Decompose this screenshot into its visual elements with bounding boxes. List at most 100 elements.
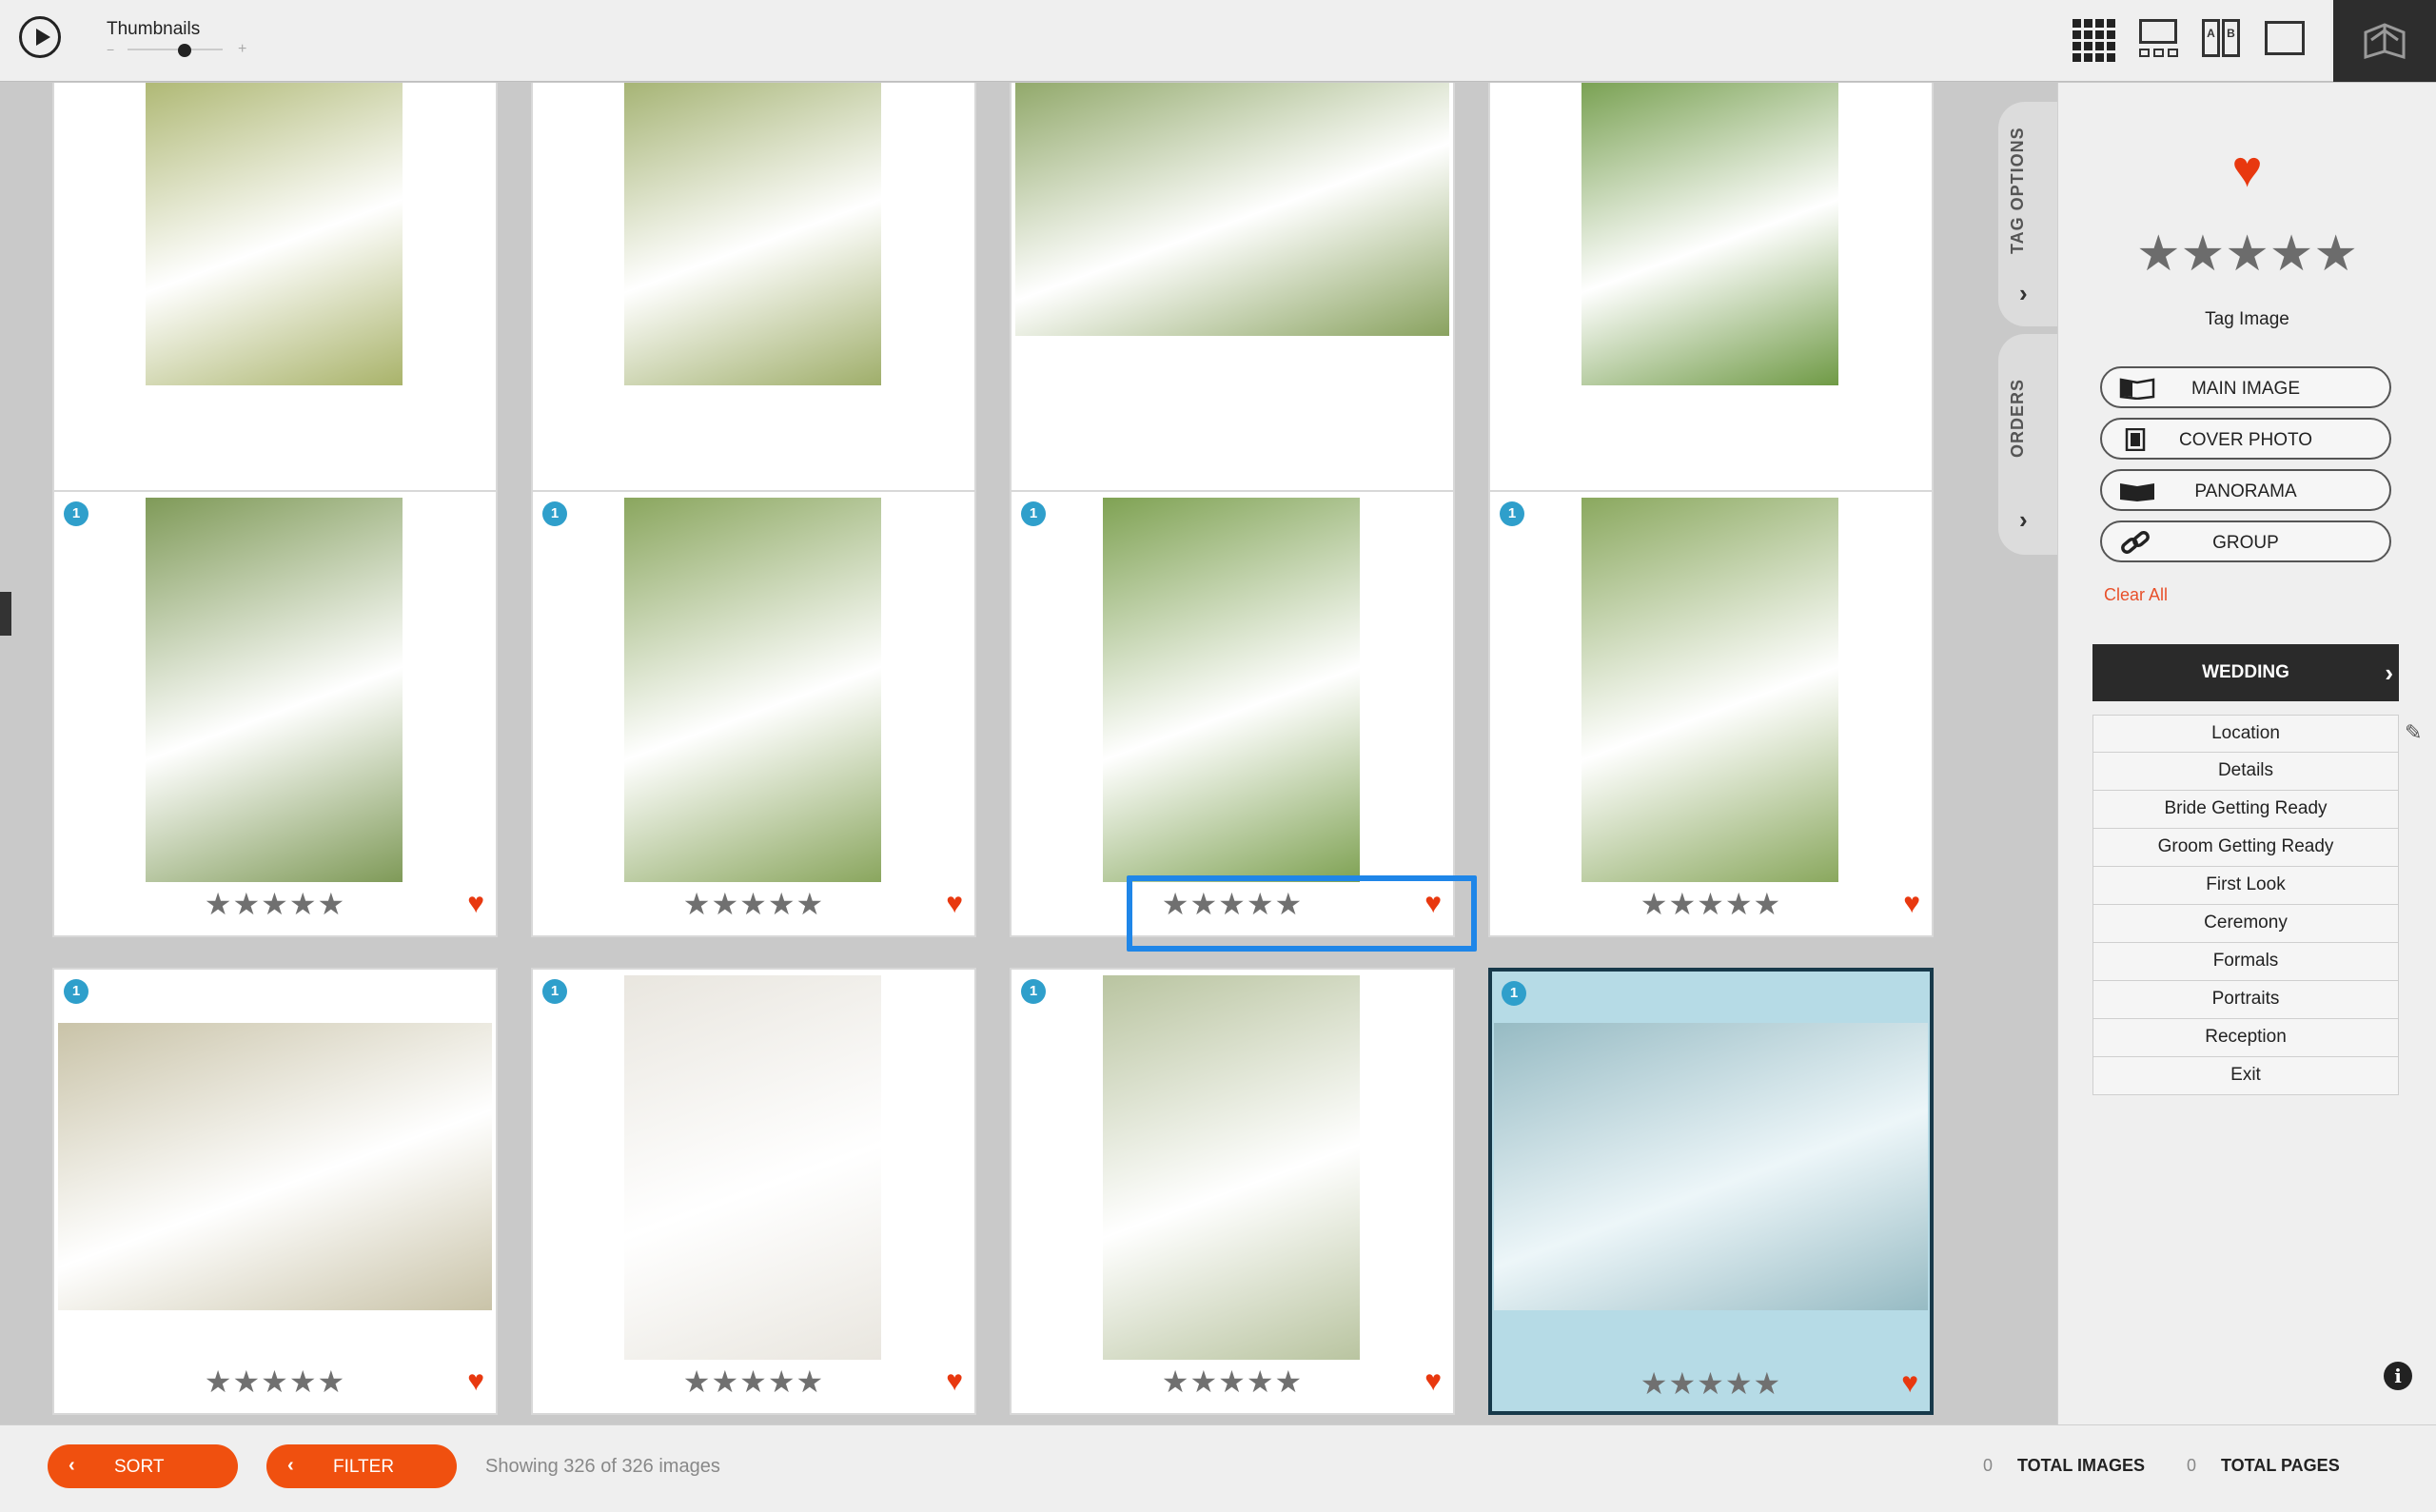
favorite-heart-icon[interactable]: ♥	[467, 888, 484, 920]
main-image-button[interactable]: MAIN IMAGE	[2100, 366, 2391, 408]
clear-all-link[interactable]: Clear All	[2104, 585, 2168, 605]
section-item[interactable]: First Look	[2092, 867, 2399, 905]
section-item[interactable]: Groom Getting Ready	[2092, 829, 2399, 867]
panorama-button[interactable]: PANORAMA	[2100, 469, 2391, 511]
photo-image[interactable]	[624, 498, 881, 882]
rating-stars[interactable]: ★★★★★	[533, 886, 974, 922]
usage-count-badge: 1	[1021, 979, 1046, 1004]
photo-image[interactable]	[1581, 498, 1838, 882]
photo-image[interactable]	[146, 83, 403, 385]
usage-count-badge: 1	[64, 501, 88, 526]
chevron-right-icon[interactable]: ›	[2019, 505, 2028, 535]
image-thumbnail-card[interactable]: 1 ★★★★★ ♥	[1010, 490, 1455, 937]
photo-image[interactable]	[1015, 83, 1449, 336]
grid-view-icon[interactable]	[2071, 17, 2115, 62]
filter-button[interactable]: ‹ FILTER	[266, 1444, 457, 1488]
favorite-heart-icon[interactable]: ♥	[1901, 1367, 1918, 1400]
usage-count-badge: 1	[64, 979, 88, 1004]
slider-knob[interactable]	[178, 44, 191, 57]
favorite-heart-icon[interactable]: ♥	[1424, 1365, 1442, 1398]
thumbnail-size-slider[interactable]: − +	[107, 42, 249, 57]
image-thumbnail-card[interactable]: 1 ★★★★★ ♥	[52, 490, 498, 937]
image-thumbnail-card[interactable]: 1 ★★★★★ ♥	[1488, 968, 1934, 1415]
usage-count-badge: 1	[1502, 981, 1526, 1006]
image-thumbnail-card[interactable]: 1 ★★★★★ ♥	[531, 490, 976, 937]
tab-orders-label: ORDERS	[2008, 378, 2027, 458]
tab-tag-options[interactable]: TAG OPTIONS ›	[1998, 102, 2057, 326]
image-grid: ★★★★★♥★★★★★♥★★★★★♥★★★★★♥1★★★★★♥1★★★★★♥1★…	[0, 83, 1941, 1424]
info-icon[interactable]: i	[2384, 1362, 2412, 1390]
usage-count-badge: 1	[542, 501, 567, 526]
left-panel-handle[interactable]	[0, 592, 11, 636]
photo-image[interactable]	[1103, 498, 1360, 882]
photo-image[interactable]	[146, 498, 403, 882]
image-thumbnail-card[interactable]: ★★★★★♥	[531, 83, 976, 541]
rating-stars[interactable]: ★★★★★	[54, 886, 496, 922]
section-item[interactable]: Formals	[2092, 943, 2399, 981]
image-thumbnail-card[interactable]: ★★★★★♥	[1010, 83, 1455, 541]
bottom-bar: ‹ SORT ‹ FILTER Showing 326 of 326 image…	[0, 1424, 2436, 1512]
section-item[interactable]: Bride Getting Ready	[2092, 791, 2399, 829]
image-thumbnail-card[interactable]: ★★★★★♥	[1488, 83, 1934, 541]
image-thumbnail-card[interactable]: ★★★★★♥	[52, 83, 498, 541]
chevron-right-icon[interactable]: ›	[2019, 279, 2028, 308]
section-item[interactable]: Ceremony	[2092, 905, 2399, 943]
slider-minus-icon[interactable]: −	[107, 42, 114, 57]
group-button[interactable]: GROUP	[2100, 520, 2391, 562]
total-pages-label: TOTAL PAGES	[2221, 1456, 2340, 1475]
usage-count-badge: 1	[542, 979, 567, 1004]
cover-photo-button[interactable]: COVER PHOTO	[2100, 418, 2391, 460]
slider-plus-icon[interactable]: +	[238, 42, 246, 57]
top-toolbar: Thumbnails − + A B	[0, 0, 2436, 82]
slideshow-play-button[interactable]	[19, 16, 61, 58]
image-thumbnail-card[interactable]: 1 ★★★★★ ♥	[1010, 968, 1455, 1415]
group-label: GROUP	[2212, 533, 2279, 553]
favorite-heart-icon[interactable]: ♥	[2058, 140, 2436, 199]
cover-photo-label: COVER PHOTO	[2178, 430, 2313, 450]
tag-image-label: Tag Image	[2205, 309, 2289, 329]
usage-count-badge: 1	[1500, 501, 1524, 526]
image-thumbnail-card[interactable]: 1 ★★★★★ ♥	[52, 968, 498, 1415]
filter-label: FILTER	[333, 1457, 395, 1477]
sort-button[interactable]: ‹ SORT	[48, 1444, 238, 1488]
section-item[interactable]: Details	[2092, 753, 2399, 791]
slider-track[interactable]	[128, 49, 223, 50]
rating-stars[interactable]: ★★★★★	[1012, 1364, 1453, 1400]
total-pages: 0 TOTAL PAGES	[2187, 1456, 2340, 1476]
rating-stars[interactable]: ★★★★★	[533, 1364, 974, 1400]
photo-image[interactable]	[624, 975, 881, 1360]
edit-pencil-icon[interactable]: ✎	[2405, 720, 2422, 745]
favorite-heart-icon[interactable]: ♥	[467, 1365, 484, 1398]
rating-stars[interactable]: ★★★★★	[54, 1364, 496, 1400]
rating-stars[interactable]: ★★★★★	[1490, 886, 1932, 922]
section-item[interactable]: Location	[2092, 715, 2399, 753]
photo-image[interactable]	[624, 83, 881, 385]
section-item[interactable]: Portraits	[2092, 981, 2399, 1019]
spread-view-icon[interactable]	[2137, 17, 2181, 61]
photo-image[interactable]	[1103, 975, 1360, 1360]
section-item[interactable]: Reception	[2092, 1019, 2399, 1057]
photo-image[interactable]	[1581, 83, 1838, 385]
tab-orders[interactable]: ORDERS ›	[1998, 334, 2057, 555]
book-logo-icon	[2364, 23, 2406, 60]
photo-image[interactable]	[58, 1023, 492, 1310]
tag-options-panel: ♥ ★★★★★ Tag Image MAIN IMAGE COVER PHOTO…	[2057, 83, 2436, 1424]
app-logo-button[interactable]	[2333, 0, 2436, 82]
ab-compare-view-icon[interactable]: A B	[2200, 17, 2244, 61]
section-item[interactable]: Exit	[2092, 1057, 2399, 1095]
rating-stars[interactable]: ★★★★★	[1492, 1365, 1930, 1402]
rating-stars[interactable]: ★★★★★	[2058, 226, 2436, 283]
image-thumbnail-card[interactable]: 1 ★★★★★ ♥	[531, 968, 976, 1415]
favorite-heart-icon[interactable]: ♥	[946, 888, 963, 920]
favorite-heart-icon[interactable]: ♥	[946, 1365, 963, 1398]
category-wedding[interactable]: WEDDING ›	[2092, 644, 2399, 701]
favorite-heart-icon[interactable]: ♥	[1903, 888, 1920, 920]
single-view-icon[interactable]	[2263, 17, 2307, 61]
thumbnails-label: Thumbnails	[107, 19, 201, 39]
photo-image[interactable]	[1494, 1023, 1928, 1310]
section-list: Location Details Bride Getting Ready Groom …	[2092, 715, 2399, 1095]
image-thumbnail-card[interactable]: 1 ★★★★★ ♥	[1488, 490, 1934, 937]
focus-highlight	[1127, 875, 1477, 952]
usage-count-badge: 1	[1021, 501, 1046, 526]
chevron-left-icon: ‹	[69, 1455, 75, 1476]
